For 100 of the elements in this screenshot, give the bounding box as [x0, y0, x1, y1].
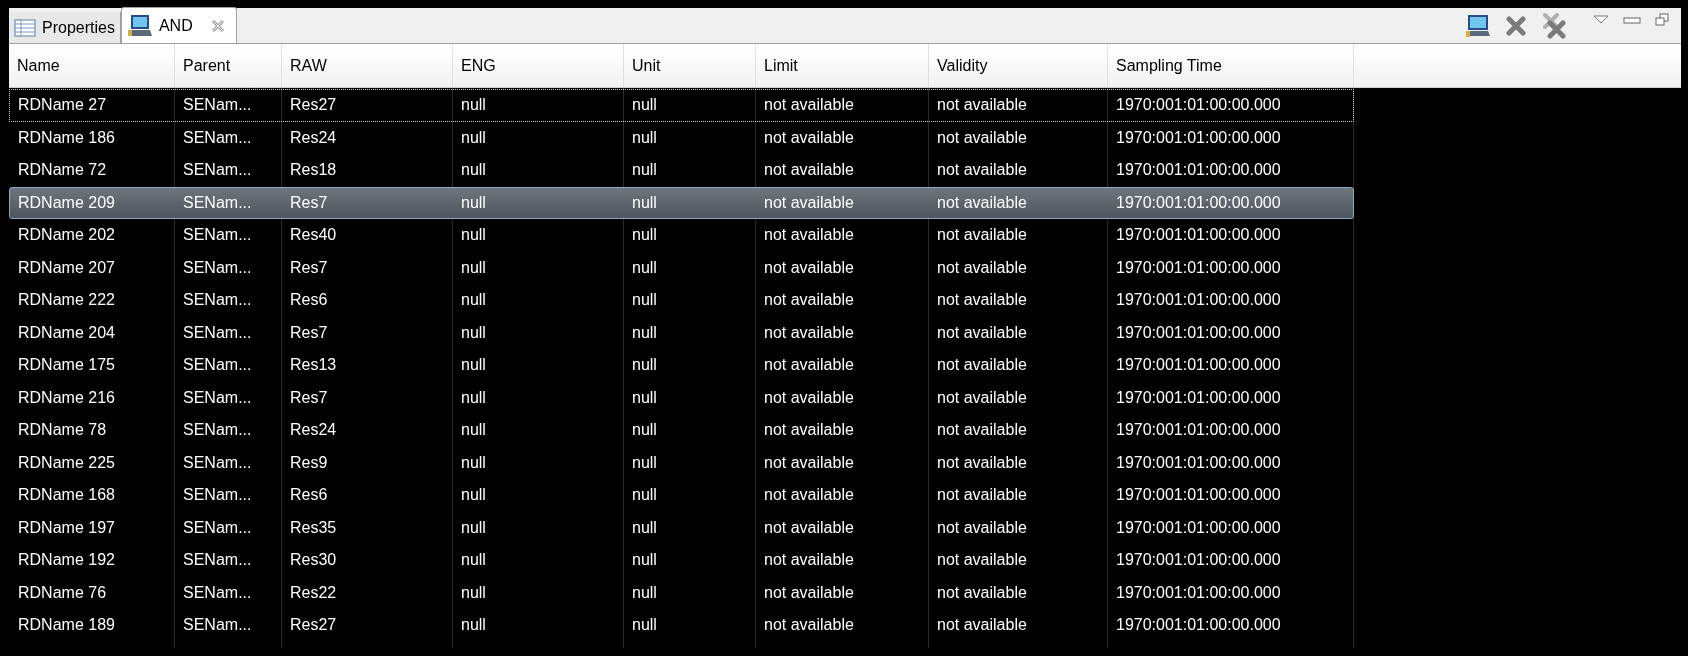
table-row[interactable]: RDName 209 SENam... Res7 null null not available not available 1970:001:01:00:00.000 — [9, 186, 1354, 219]
remove-all-icon[interactable] — [1541, 12, 1567, 39]
table-cell-text: RDName 186 — [17, 127, 116, 148]
table-row[interactable]: RDName 76 SENam... Res22 null null not available not available 1970:001:01:00:00.000 — [9, 576, 1354, 609]
column-header[interactable]: Name — [9, 44, 175, 87]
table-cell-text: null — [460, 517, 487, 538]
table-cell-text: 1970:001:01:00:00.000 — [1115, 95, 1282, 116]
table-cell-text: 1970:001:01:00:00.000 — [1115, 127, 1282, 148]
column-header[interactable]: ENG — [453, 44, 624, 87]
table-cell-text: SENam... — [182, 517, 253, 538]
table-cell-text: null — [631, 517, 658, 538]
table-cell-text: not available — [936, 615, 1028, 636]
table-cell-text: null — [460, 322, 487, 343]
column-header[interactable]: RAW — [282, 44, 453, 87]
table-row[interactable]: RDName 202 SENam... Res40 null null not available not available 1970:001:01:00:00.000 — [9, 219, 1354, 252]
restore-icon[interactable] — [1655, 12, 1669, 27]
table-cell-text: not available — [936, 387, 1028, 408]
table-cell-text: not available — [763, 517, 855, 538]
view-menu-icon[interactable] — [1593, 14, 1609, 25]
monitor-icon[interactable] — [1465, 12, 1491, 39]
table-cell-text: SENam... — [182, 355, 253, 376]
table-cell-text: not available — [763, 582, 855, 603]
table-cell-text: null — [460, 95, 487, 116]
table-cell-text: RDName 192 — [17, 550, 116, 571]
table-row[interactable]: RDName 72 SENam... Res18 null null not available not available 1970:001:01:00:00.000 — [9, 154, 1354, 187]
table-cell-text: not available — [936, 517, 1028, 538]
table-cell-text: RDName 216 — [17, 387, 116, 408]
table-cell-text: null — [460, 257, 487, 278]
table-cell-text: null — [460, 192, 487, 213]
table-row[interactable]: RDName 175 SENam... Res13 null null not available not available 1970:001:01:00:00.000 — [9, 349, 1354, 382]
table-cell-text: Res22 — [289, 582, 338, 603]
table-cell-text: SENam... — [182, 290, 253, 311]
table-cell-text: null — [460, 485, 487, 506]
table-cell-text: Res7 — [289, 257, 329, 278]
table-cell-text: SENam... — [182, 485, 253, 506]
table-cell-text: 1970:001:01:00:00.000 — [1115, 322, 1282, 343]
table-row[interactable]: RDName 204 SENam... Res7 null null not available not available 1970:001:01:00:00.000 — [9, 316, 1354, 349]
table-row[interactable]: RDName 186 SENam... Res24 null null not available not available 1970:001:01:00:00.000 — [9, 121, 1354, 154]
table-row[interactable]: RDName 78 SENam... Res24 null null not available not available 1970:001:01:00:00.000 — [9, 414, 1354, 447]
table-cell-text: Res9 — [289, 452, 329, 473]
table-cell-text: Res27 — [289, 615, 338, 636]
table-cell-text: not available — [763, 160, 855, 181]
table-cell-text: null — [460, 225, 487, 246]
column-header[interactable]: Parent — [175, 44, 282, 87]
table-cell-text: SENam... — [182, 225, 253, 246]
tab[interactable]: Properties — [9, 12, 121, 43]
table-cell-text: 1970:001:01:00:00.000 — [1115, 615, 1282, 636]
table-cell-text: not available — [763, 615, 855, 636]
table-row[interactable]: RDName 225 SENam... Res9 null null not available not available 1970:001:01:00:00.000 — [9, 446, 1354, 479]
table-cell-text: Res24 — [289, 420, 338, 441]
column-header[interactable]: Limit — [756, 44, 929, 87]
table-row[interactable]: RDName 197 SENam... Res35 null null not available not available 1970:001:01:00:00.000 — [9, 511, 1354, 544]
table-row[interactable]: RDName 192 SENam... Res30 null null not available not available 1970:001:01:00:00.000 — [9, 544, 1354, 577]
table-cell-text: null — [460, 290, 487, 311]
table-row[interactable]: RDName 207 SENam... Res7 null null not available not available 1970:001:01:00:00.000 — [9, 251, 1354, 284]
table-row[interactable]: RDName 189 SENam... Res27 null null not available not available 1970:001:01:00:00.000 — [9, 609, 1354, 642]
table-cell-text: not available — [936, 160, 1028, 181]
table-cell-text: RDName 222 — [17, 290, 116, 311]
table-cell-text: 1970:001:01:00:00.000 — [1115, 550, 1282, 571]
table-cell-text: not available — [936, 420, 1028, 441]
column-header[interactable]: Unit — [624, 44, 756, 87]
table-cell-text: not available — [763, 420, 855, 441]
column-header[interactable]: Validity — [929, 44, 1108, 87]
table-cell-text: Res40 — [289, 225, 338, 246]
table-cell-text: RDName 175 — [17, 355, 116, 376]
table-cell-text: Res6 — [289, 290, 329, 311]
table-cell-text: not available — [936, 225, 1028, 246]
table-row[interactable]: RDName 216 SENam... Res7 null null not available not available 1970:001:01:00:00.000 — [9, 381, 1354, 414]
table-cell-text: Res35 — [289, 517, 338, 538]
table-cell-text: Res7 — [289, 192, 329, 213]
table-cell-text: null — [631, 192, 658, 213]
table-cell-text: null — [631, 127, 658, 148]
table-cell-text: RDName 225 — [17, 452, 116, 473]
tab[interactable]: AND — [120, 7, 237, 43]
remove-icon[interactable] — [1505, 14, 1527, 37]
column-header[interactable]: Sampling Time — [1108, 44, 1354, 87]
table-row[interactable]: RDName 222 SENam... Res6 null null not available not available 1970:001:01:00:00.000 — [9, 284, 1354, 317]
table-row[interactable]: RDName 27 SENam... Res27 null null not available not available 1970:001:01:00:00.000 — [9, 89, 1354, 122]
table-cell-text: 1970:001:01:00:00.000 — [1115, 355, 1282, 376]
table-cell-text: SENam... — [182, 160, 253, 181]
table-cell-text: RDName 78 — [17, 420, 108, 441]
table-icon — [14, 18, 36, 37]
table-cell-text: RDName 197 — [17, 517, 116, 538]
table-cell-text: 1970:001:01:00:00.000 — [1115, 517, 1282, 538]
table-cell-text: null — [631, 452, 658, 473]
table-cell-text: not available — [936, 582, 1028, 603]
table-cell-text: RDName 27 — [17, 95, 108, 116]
table-cell-text: SENam... — [182, 420, 253, 441]
table-cell-text: Res7 — [289, 387, 329, 408]
table-cell-text: not available — [936, 95, 1028, 116]
table-cell-text: not available — [763, 387, 855, 408]
close-icon[interactable] — [210, 18, 225, 33]
table-cell-text: RDName 72 — [17, 160, 108, 181]
table-cell-text: not available — [936, 452, 1028, 473]
table-cell-text: Res27 — [289, 95, 338, 116]
table-cell-text: not available — [763, 192, 855, 213]
table-row[interactable]: RDName 168 SENam... Res6 null null not available not available 1970:001:01:00:00.000 — [9, 479, 1354, 512]
minimize-icon[interactable] — [1623, 16, 1641, 25]
table-cell-text: not available — [763, 257, 855, 278]
table-cell-text: Res6 — [289, 485, 329, 506]
